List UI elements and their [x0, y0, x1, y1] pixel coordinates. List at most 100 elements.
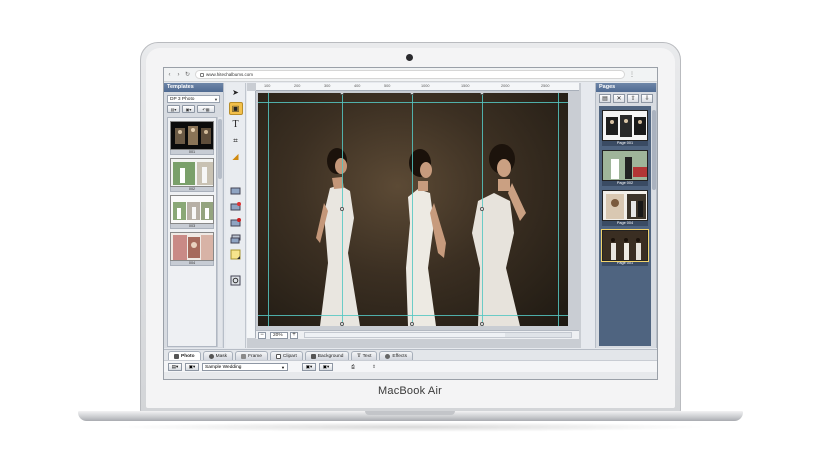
- photo-view-button[interactable]: ▤▾: [168, 362, 182, 371]
- photo-add-button[interactable]: ▣▾: [185, 362, 199, 371]
- scrollbar-thumb[interactable]: [305, 333, 505, 337]
- zoom-value[interactable]: 20%: [270, 331, 288, 339]
- resize-handle[interactable]: [340, 207, 344, 211]
- text-tool-icon[interactable]: T: [229, 118, 243, 131]
- page-delete-icon[interactable]: ✕: [613, 94, 625, 103]
- page-preview: [601, 229, 649, 262]
- line-tool-icon[interactable]: ◢: [229, 150, 243, 163]
- device-brand-label: MacBook Air: [378, 385, 442, 397]
- settings-icon[interactable]: [229, 274, 243, 287]
- tab-mask[interactable]: Mask: [202, 351, 234, 360]
- template-preview: [170, 158, 214, 187]
- print-icon[interactable]: ⎙: [346, 363, 360, 371]
- album-select-value: Sample Wedding: [205, 364, 242, 370]
- template-thumbnail[interactable]: 003: [170, 195, 214, 229]
- pages-panel-title: Pages: [596, 83, 656, 92]
- zoom-out-button[interactable]: −: [258, 331, 266, 339]
- back-icon[interactable]: ‹: [166, 71, 173, 79]
- page-preview: [602, 150, 648, 181]
- chevron-down-icon: ▼: [281, 364, 285, 370]
- resize-handle[interactable]: [340, 322, 344, 326]
- photo-toolbar: ▤▾ ▣▾ Sample Wedding ▼ ▣▾ ▣▾ ⎙ ⇪: [164, 360, 657, 372]
- template-apply-button[interactable]: ↶▦: [197, 105, 215, 113]
- background-icon: [310, 353, 316, 359]
- layer-remove-icon[interactable]: [229, 200, 243, 213]
- templates-scrollbar[interactable]: [217, 117, 222, 347]
- guide-line: [412, 93, 413, 326]
- page-thumbnail[interactable]: Page 001: [602, 110, 648, 146]
- guide-line: [268, 93, 269, 326]
- page-caption: Page 001: [602, 141, 648, 146]
- album-page-canvas[interactable]: [258, 93, 568, 326]
- browser-toolbar: ‹ › ↻ www.hitechalbums.com ⋮: [164, 68, 657, 82]
- template-thumbnail[interactable]: 002: [170, 158, 214, 192]
- tab-background[interactable]: Background: [304, 351, 350, 360]
- crop-tool-icon[interactable]: ⌗: [229, 134, 243, 147]
- tab-photo[interactable]: Photo: [168, 351, 201, 360]
- forward-icon[interactable]: ›: [175, 71, 182, 79]
- resize-handle[interactable]: [480, 322, 484, 326]
- scrollbar-thumb[interactable]: [652, 110, 656, 190]
- resize-handle[interactable]: [480, 207, 484, 211]
- image-tool-icon[interactable]: ▣: [228, 102, 243, 115]
- effects-icon: [385, 353, 391, 359]
- page-thumbnail-selected[interactable]: Page 001: [601, 229, 649, 266]
- arrow-select-icon[interactable]: ➤: [229, 86, 243, 99]
- canvas-horizontal-scrollbar[interactable]: [304, 332, 572, 338]
- address-text: www.hitechalbums.com: [206, 72, 254, 77]
- lock-icon: [200, 72, 204, 77]
- scrollbar-thumb[interactable]: [218, 119, 222, 179]
- resize-handle[interactable]: [410, 322, 414, 326]
- layer-delete-icon[interactable]: [229, 216, 243, 229]
- bride-silhouettes: [316, 144, 526, 326]
- album-select[interactable]: Sample Wedding ▼: [202, 362, 288, 371]
- laptop-scene: MacBook Air ‹ › ↻ www.hitechalbums.com ⋮…: [0, 0, 820, 470]
- page-thumbnail[interactable]: Page 004: [602, 190, 648, 226]
- ruler-label: 200: [294, 84, 301, 88]
- ruler-label: 500: [384, 84, 391, 88]
- ruler-label: 300: [324, 84, 331, 88]
- page-thumbnail[interactable]: Page 002: [602, 150, 648, 186]
- upload-icon[interactable]: ⇪: [367, 363, 381, 371]
- ruler-label: 1000: [421, 84, 430, 88]
- tool-separator: [226, 261, 245, 271]
- page-edit-icon[interactable]: ▤: [599, 94, 611, 103]
- chevron-down-icon: ▼: [214, 97, 218, 102]
- template-type-select[interactable]: DP 3 Photo ▼: [167, 95, 220, 103]
- clipart-icon: [275, 353, 281, 359]
- page-preview: [602, 110, 648, 141]
- photo-import-button[interactable]: ▣▾: [319, 362, 333, 371]
- frame-icon: [241, 353, 247, 359]
- tab-clipart[interactable]: Clipart: [269, 351, 303, 360]
- tab-text[interactable]: T Text: [351, 351, 378, 360]
- note-icon[interactable]: [229, 248, 243, 261]
- layer-stack-icon[interactable]: [229, 232, 243, 245]
- tab-effects[interactable]: Effects: [379, 351, 413, 360]
- zoom-in-button[interactable]: +: [290, 331, 298, 339]
- layer-icon[interactable]: [229, 184, 243, 197]
- laptop-shadow: [110, 422, 710, 432]
- guide-line: [258, 315, 568, 316]
- page-up-icon[interactable]: ⇧: [627, 94, 639, 103]
- templates-toolbar: ▤▾ ▣▾ ↶▦: [167, 105, 220, 113]
- page-down-icon[interactable]: ⇩: [641, 94, 653, 103]
- pages-scrollbar[interactable]: [652, 106, 656, 346]
- template-thumbnail[interactable]: 004: [170, 232, 214, 266]
- guide-line: [258, 102, 568, 103]
- photo-upload-button[interactable]: ▣▾: [302, 362, 316, 371]
- browser-menu-icon[interactable]: ⋮: [629, 71, 635, 78]
- ruler-label: 1500: [461, 84, 470, 88]
- wedding-photo[interactable]: [258, 93, 568, 326]
- template-thumbnail[interactable]: 001: [170, 121, 214, 155]
- template-view-button[interactable]: ▤▾: [167, 105, 180, 113]
- template-add-button[interactable]: ▣▾: [182, 105, 195, 113]
- template-type-value: DP 3 Photo: [170, 97, 195, 102]
- template-caption: 003: [170, 224, 214, 229]
- pages-toolbar: ▤ ✕ ⇧ ⇩: [599, 94, 653, 103]
- page-caption: Page 001: [602, 261, 648, 266]
- reload-icon[interactable]: ↻: [184, 71, 191, 79]
- tab-frame[interactable]: Frame: [235, 351, 268, 360]
- templates-panel: Templates DP 3 Photo ▼ ▤▾ ▣▾ ↶▦ 001 002 …: [164, 83, 224, 348]
- templates-panel-title: Templates: [164, 83, 223, 92]
- address-bar[interactable]: www.hitechalbums.com: [195, 70, 625, 79]
